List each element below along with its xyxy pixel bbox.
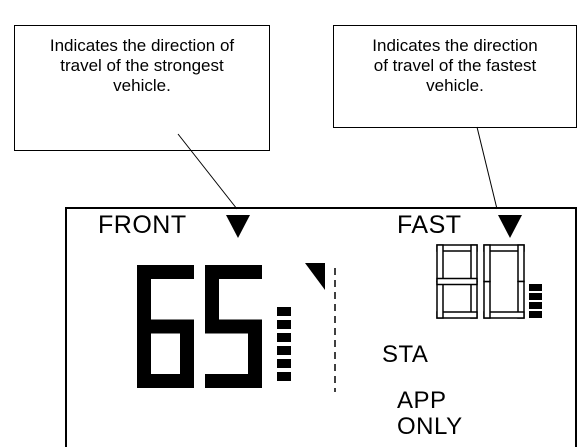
digit-segment [436,277,478,286]
signal-bar-segment [529,293,542,300]
signal-bar-segment [529,302,542,309]
digit-segment [205,374,262,388]
front-label: FRONT [98,211,187,239]
signal-bar-segment [277,333,291,342]
digit-segment [483,244,491,283]
signal-bar-segment [277,320,291,329]
digit-segment [137,319,194,334]
digit-segment [205,265,219,327]
digit-segment [137,265,151,327]
digit-segment [436,244,444,283]
signal-bar-fast [529,284,542,318]
sta-label: STA [382,341,429,368]
down-triangle-icon [305,263,325,290]
signal-bar-segment [529,311,542,318]
digit-segment [436,280,444,319]
signal-bar-segment [529,284,542,291]
callout-leader-right [476,126,498,210]
only-label: ONLY [397,413,463,440]
digit-segment [205,319,262,334]
fast-label: FAST [397,211,462,239]
signal-bar-segment [277,359,291,368]
digit-segment [470,244,478,283]
down-triangle-icon [226,215,250,238]
fast-speed-digits [436,244,525,319]
down-triangle-icon [498,215,522,238]
signal-bar-segment [277,307,291,316]
digit-segment [483,280,491,319]
signal-bar-segment [277,372,291,381]
display-graphics [65,126,577,447]
main-speed-digits [137,265,262,388]
digit-segment [517,244,525,283]
callout-leader-left [177,133,238,210]
app-label: APP [397,387,447,414]
digit-segment [137,326,151,388]
app-only-label: APP ONLY [397,388,463,440]
signal-bar-main [277,307,291,381]
signal-bar-segment [277,346,291,355]
